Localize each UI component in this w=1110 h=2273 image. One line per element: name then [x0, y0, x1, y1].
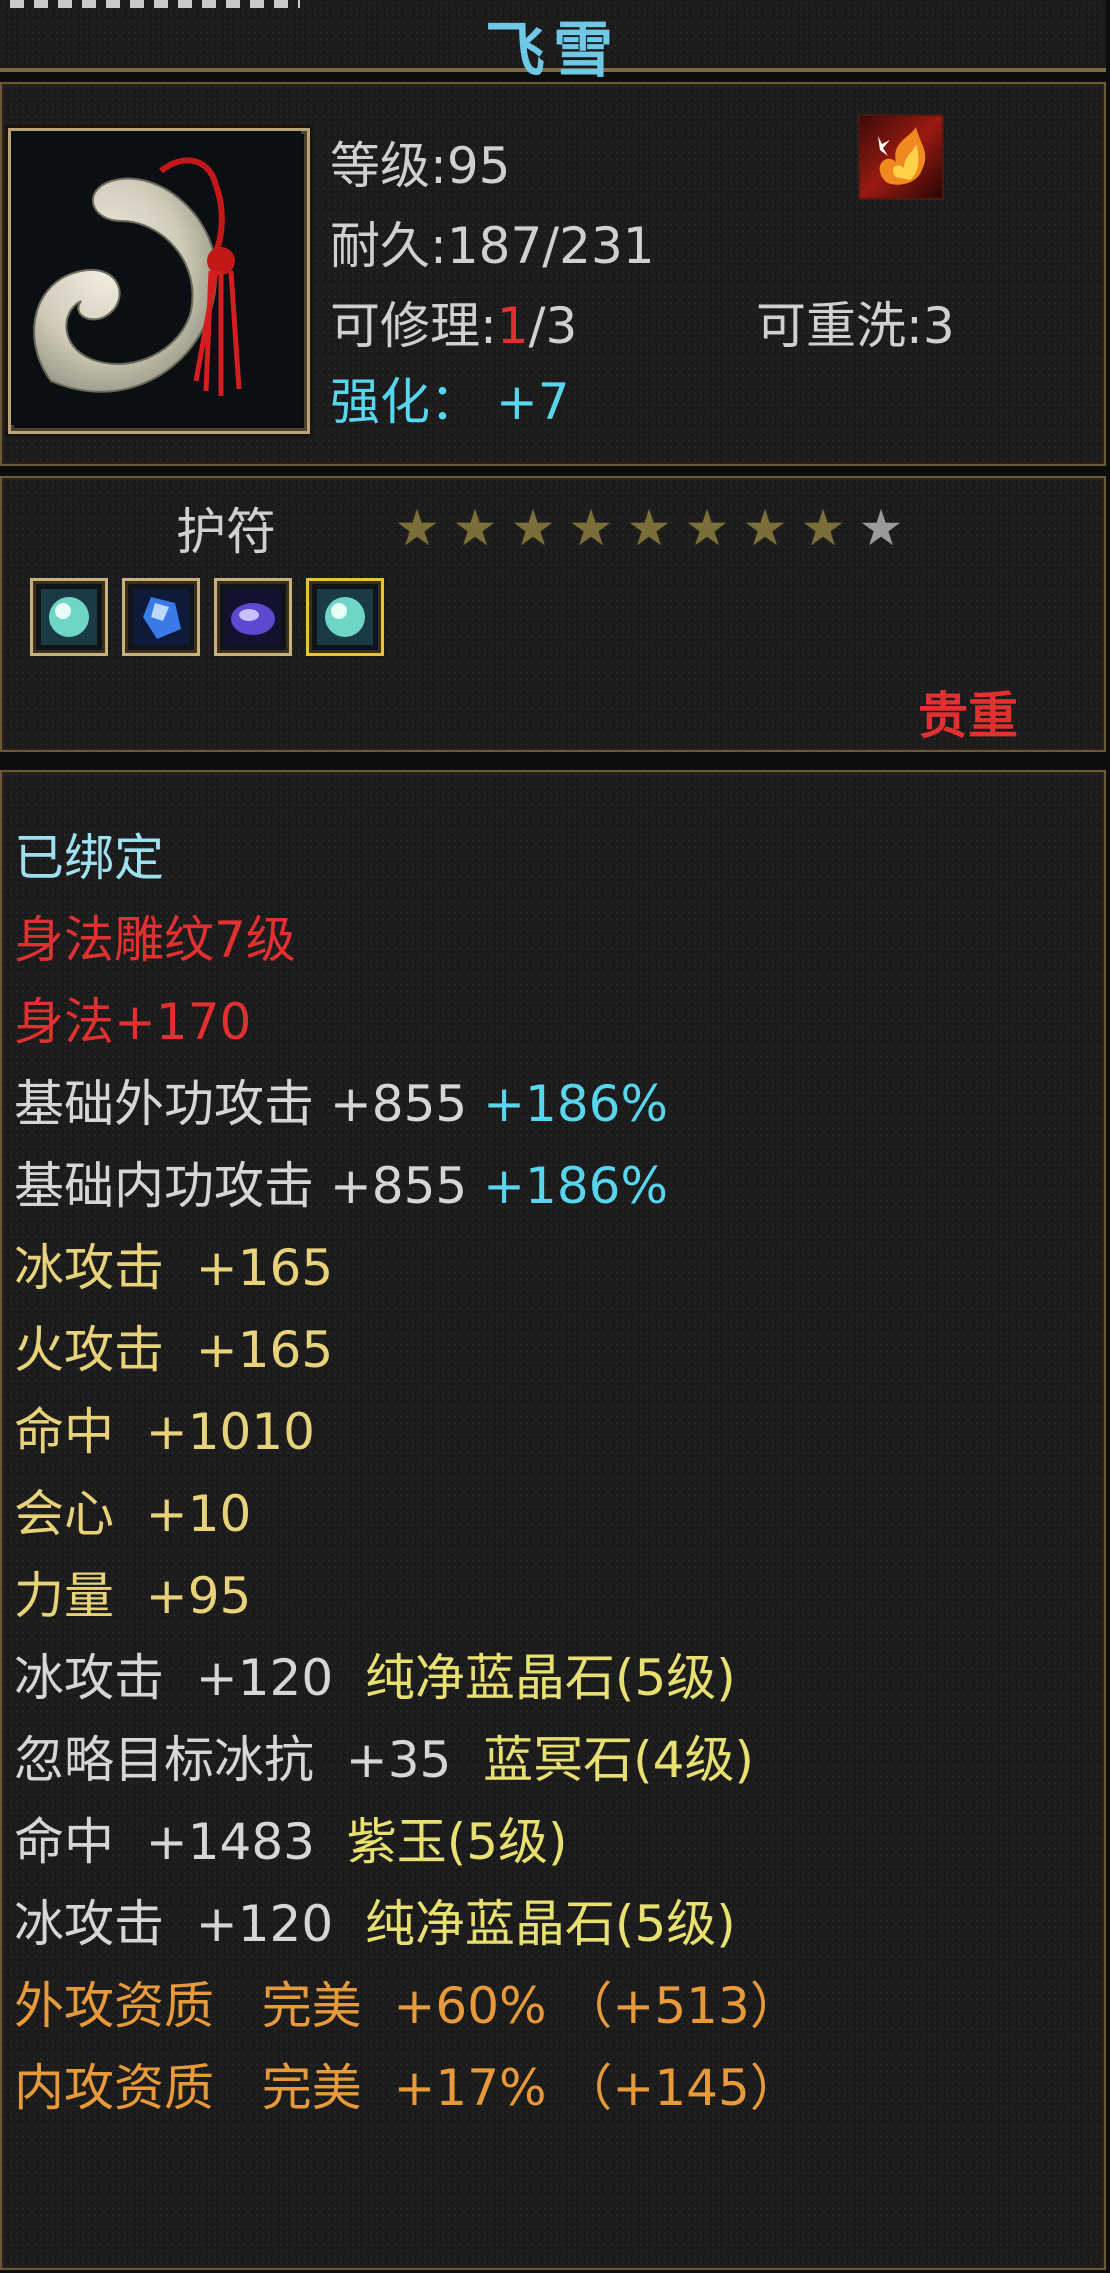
- flame-icon: [878, 127, 926, 185]
- durability-value: 187/231: [446, 217, 655, 275]
- attr-label: 忽略目标冰抗: [14, 1731, 314, 1789]
- gem-slot-1[interactable]: [30, 578, 108, 656]
- quality-tag: 贵重: [918, 687, 1018, 745]
- attr-label: 冰攻击: [14, 1649, 164, 1707]
- gem-slot-4[interactable]: [306, 578, 384, 656]
- attr-value: +1010: [145, 1403, 315, 1461]
- enhance-value: +7: [495, 373, 570, 431]
- attr-value: +855: [329, 1075, 468, 1133]
- rewash-value: 3: [922, 297, 955, 355]
- attr-percent: +60%: [393, 1977, 547, 2035]
- enhance-label: 强化：: [330, 373, 480, 431]
- gem-name: 纯净蓝晶石(5级): [364, 1895, 736, 1953]
- repair-row: 可修理:1/3: [330, 297, 578, 355]
- base-int-attack-line: 基础内功攻击 +855 +186%: [14, 1146, 668, 1218]
- star-filled-icon: ★: [742, 499, 788, 557]
- item-name: 飞雪: [485, 16, 621, 86]
- rewash-row: 可重洗:3: [756, 297, 955, 355]
- attr-label: 会心: [14, 1485, 114, 1543]
- attr-label: 基础外功攻击: [14, 1075, 314, 1133]
- flame-skill-icon[interactable]: [858, 114, 944, 200]
- level-value: 95: [446, 137, 511, 195]
- gem-slots: [30, 578, 384, 656]
- green-crystal-gem-icon: [41, 589, 97, 645]
- gem-name: 蓝冥石(4级): [483, 1731, 754, 1789]
- repair-label: 可修理: [330, 297, 480, 355]
- rewash-label: 可重洗: [756, 297, 906, 355]
- attr-value: +1483: [145, 1813, 315, 1871]
- attr-label: 力量: [14, 1567, 114, 1625]
- purple-jade-gem-icon: [225, 589, 281, 645]
- jade-amulet-icon: [11, 131, 301, 425]
- bound-status: 已绑定: [14, 829, 164, 887]
- attr-percent: +186%: [483, 1075, 668, 1133]
- gem-bonus-line-3: 命中 +1483 紫玉(5级): [14, 1802, 568, 1874]
- repair-total: /3: [528, 297, 578, 355]
- attr-bonus: （+513）: [562, 1977, 800, 2035]
- attr-label: 基础内功攻击: [14, 1157, 314, 1215]
- attr-percent: +186%: [483, 1157, 668, 1215]
- attr-value: +35: [345, 1731, 452, 1789]
- star-filled-icon: ★: [800, 499, 846, 557]
- gem-name: 紫玉(5级): [346, 1813, 568, 1871]
- attr-value: +120: [195, 1649, 334, 1707]
- attr-percent: +17%: [393, 2059, 547, 2117]
- gem-bonus-line-2: 忽略目标冰抗 +35 蓝冥石(4级): [14, 1720, 754, 1792]
- blue-crystal-gem-icon: [133, 589, 189, 645]
- gem-name: 纯净蓝晶石(5级): [364, 1649, 736, 1707]
- star-filled-icon: ★: [394, 499, 440, 557]
- star-filled-icon: ★: [684, 499, 730, 557]
- enhance-row: 强化： +7: [330, 362, 570, 434]
- durability-label: 耐久: [330, 217, 430, 275]
- star-filled-icon: ★: [510, 499, 556, 557]
- attr-label: 外攻资质: [14, 1977, 214, 2035]
- gem-bonus-line-1: 冰攻击 +120 纯净蓝晶石(5级): [14, 1638, 736, 1710]
- attr-label: 命中: [14, 1403, 114, 1461]
- attr-value: +165: [195, 1239, 334, 1297]
- level-row: 等级:95: [330, 137, 511, 195]
- int-aptitude-line: 内攻资质 完美 +17% （+145）: [14, 2048, 800, 2120]
- base-ext-attack-line: 基础外功攻击 +855 +186%: [14, 1064, 668, 1136]
- attr-value: +165: [195, 1321, 334, 1379]
- durability-row: 耐久:187/231: [330, 217, 655, 275]
- attr-label: 冰攻击: [14, 1895, 164, 1953]
- star-filled-icon: ★: [452, 499, 498, 557]
- attr-label: 命中: [14, 1813, 114, 1871]
- ext-aptitude-line: 外攻资质 完美 +60% （+513）: [14, 1966, 800, 2038]
- level-label: 等级: [330, 137, 430, 195]
- item-icon[interactable]: [8, 128, 310, 434]
- tooltip-header: 飞雪: [0, 0, 1106, 86]
- attr-value: +95: [145, 1567, 252, 1625]
- attr-label: 冰攻击: [14, 1239, 164, 1297]
- aptitude-grade: 完美: [261, 2059, 362, 2117]
- item-type: 护符: [176, 503, 276, 561]
- attr-value: +855: [329, 1157, 468, 1215]
- attr-value: +10: [145, 1485, 252, 1543]
- repair-used: 1: [496, 297, 529, 355]
- engraving-line: 身法雕纹7级: [14, 911, 296, 969]
- strength-line: 力量 +95: [14, 1556, 251, 1628]
- gem-bonus-line-4: 冰攻击 +120 纯净蓝晶石(5级): [14, 1884, 736, 1956]
- aptitude-grade: 完美: [261, 1977, 362, 2035]
- hit-line: 命中 +1010: [14, 1392, 315, 1464]
- attr-bonus: （+145）: [562, 2059, 800, 2117]
- ice-attack-line: 冰攻击 +165: [14, 1228, 333, 1300]
- fire-attack-line: 火攻击 +165: [14, 1310, 333, 1382]
- attr-label: 内攻资质: [14, 2059, 214, 2117]
- attr-label: 火攻击: [14, 1321, 164, 1379]
- attr-value: +120: [195, 1895, 334, 1953]
- crit-line: 会心 +10: [14, 1474, 251, 1546]
- star-filled-icon: ★: [568, 499, 614, 557]
- star-empty-icon: ★: [858, 499, 904, 557]
- star-rating: ★ ★ ★ ★ ★ ★ ★ ★ ★: [388, 500, 910, 556]
- gem-slot-2[interactable]: [122, 578, 200, 656]
- agility-line: 身法+170: [14, 993, 252, 1051]
- gem-slot-3[interactable]: [214, 578, 292, 656]
- star-filled-icon: ★: [626, 499, 672, 557]
- green-crystal-gem-icon: [317, 589, 373, 645]
